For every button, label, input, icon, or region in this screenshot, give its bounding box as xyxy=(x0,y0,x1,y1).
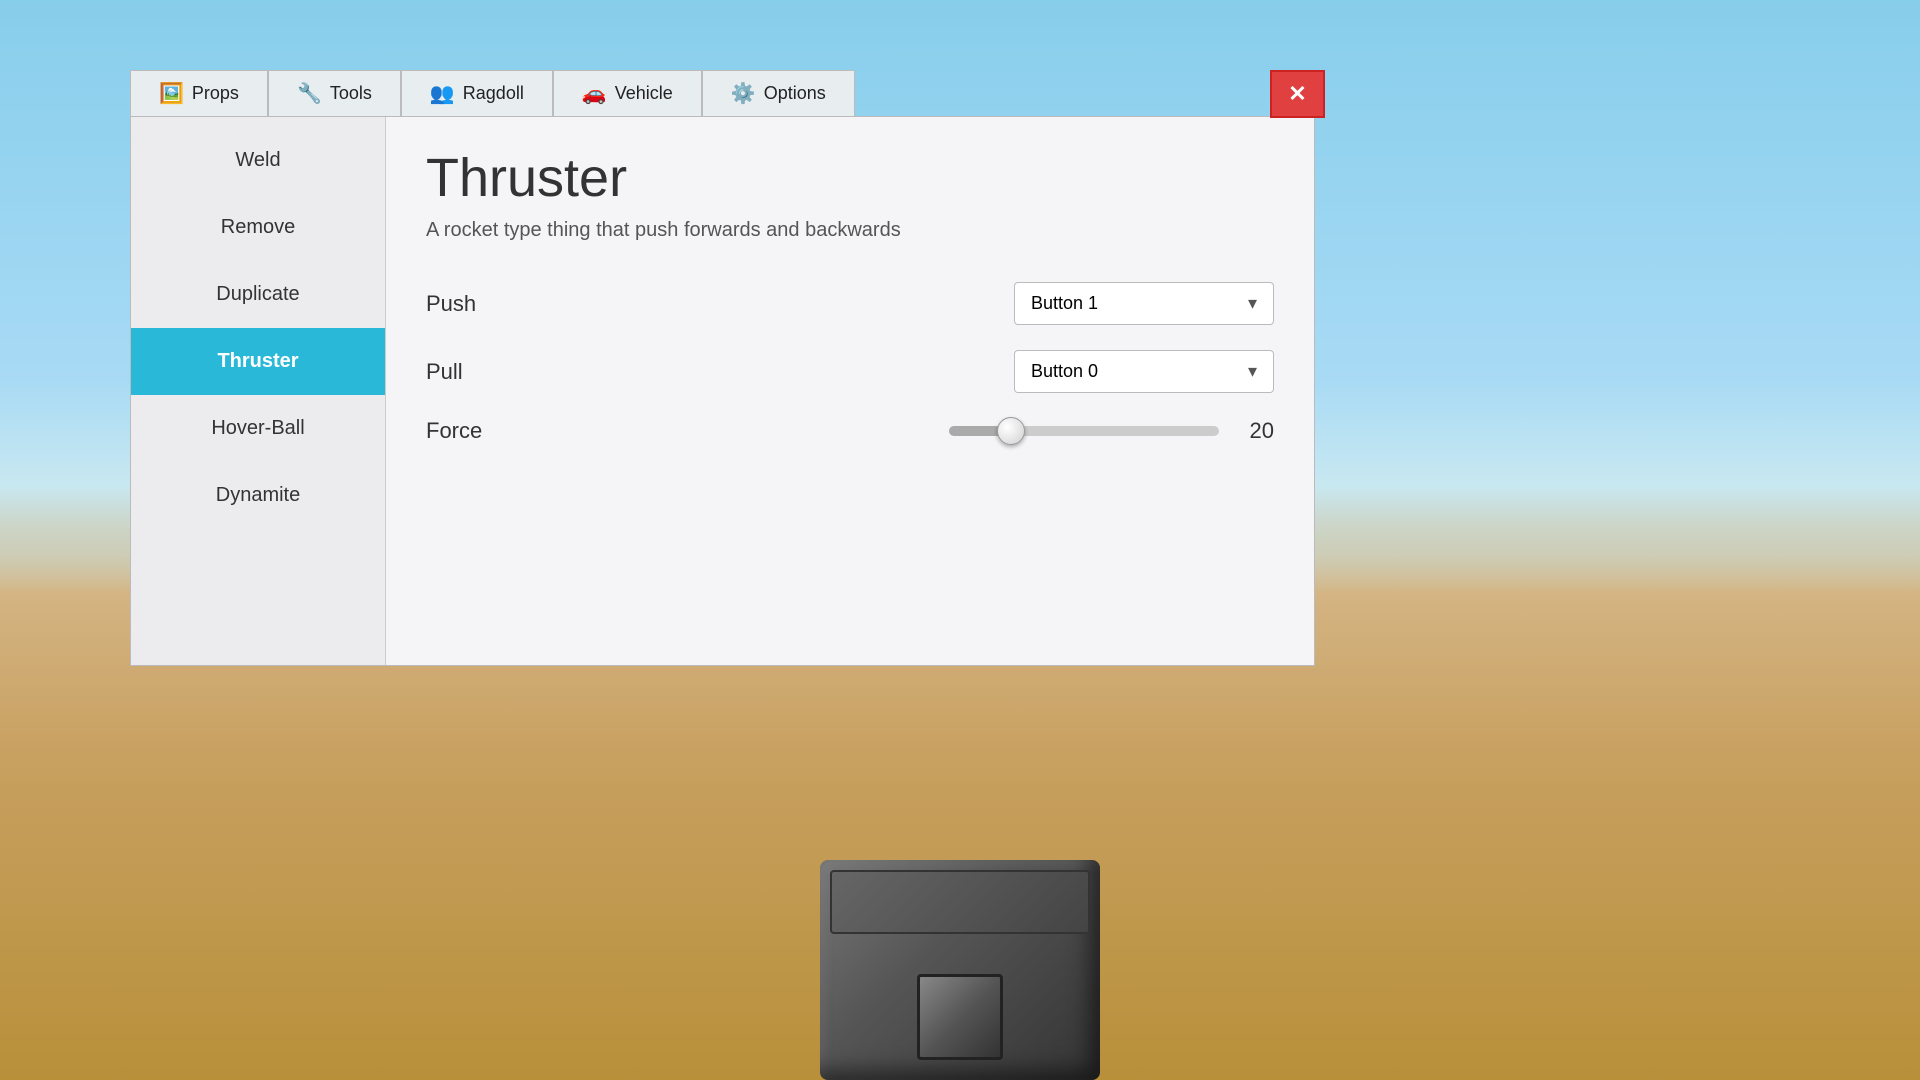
sidebar-item-weld[interactable]: Weld xyxy=(131,127,385,194)
detail-panel: Thruster A rocket type thing that push f… xyxy=(386,117,1314,665)
tab-props-label: Props xyxy=(192,83,239,104)
tab-vehicle-label: Vehicle xyxy=(615,83,673,104)
tab-ragdoll[interactable]: 👥 Ragdoll xyxy=(401,70,553,116)
pull-dropdown-arrow: ▾ xyxy=(1248,361,1257,382)
close-icon: ✕ xyxy=(1288,81,1306,107)
vehicle-icon: 🚗 xyxy=(582,81,607,106)
tab-tools[interactable]: 🔧 Tools xyxy=(268,70,401,116)
tab-tools-label: Tools xyxy=(330,83,372,104)
sidebar-item-duplicate[interactable]: Duplicate xyxy=(131,261,385,328)
pull-value: Button 0 ▾ xyxy=(626,350,1274,393)
sidebar-item-remove-label: Remove xyxy=(221,216,295,239)
push-dropdown-arrow: ▾ xyxy=(1248,293,1257,314)
pull-dropdown-value: Button 0 xyxy=(1031,361,1098,382)
pull-control-row: Pull Button 0 ▾ xyxy=(426,350,1274,393)
push-dropdown-value: Button 1 xyxy=(1031,293,1098,314)
tab-vehicle[interactable]: 🚗 Vehicle xyxy=(553,70,702,116)
ragdoll-icon: 👥 xyxy=(430,81,455,106)
ui-container: 🖼️ Props 🔧 Tools 👥 Ragdoll 🚗 Vehicle ⚙️ … xyxy=(130,70,1315,666)
tab-options-label: Options xyxy=(764,83,826,104)
tab-ragdoll-label: Ragdoll xyxy=(463,83,524,104)
sidebar-item-duplicate-label: Duplicate xyxy=(216,283,299,306)
tools-icon: 🔧 xyxy=(297,81,322,106)
sidebar-item-dynamite[interactable]: Dynamite xyxy=(131,462,385,529)
robot-body xyxy=(820,860,1100,1080)
close-button[interactable]: ✕ xyxy=(1270,70,1325,118)
main-content: Weld Remove Duplicate Thruster Hover-Bal… xyxy=(130,116,1315,666)
sidebar-item-hoverball-label: Hover-Ball xyxy=(211,417,304,440)
sidebar-item-hoverball[interactable]: Hover-Ball xyxy=(131,395,385,462)
sidebar-item-thruster-label: Thruster xyxy=(217,350,298,373)
push-dropdown[interactable]: Button 1 ▾ xyxy=(1014,282,1274,325)
tab-bar: 🖼️ Props 🔧 Tools 👥 Ragdoll 🚗 Vehicle ⚙️ … xyxy=(130,70,1315,116)
sidebar-item-weld-label: Weld xyxy=(235,149,280,172)
tab-props[interactable]: 🖼️ Props xyxy=(130,70,268,116)
force-slider-track[interactable] xyxy=(949,426,1219,436)
tab-options[interactable]: ⚙️ Options xyxy=(702,70,855,116)
force-label: Force xyxy=(426,418,626,444)
options-icon: ⚙️ xyxy=(731,81,756,106)
force-slider-thumb[interactable] xyxy=(997,417,1025,445)
push-control-row: Push Button 1 ▾ xyxy=(426,282,1274,325)
force-control-row: Force 20 xyxy=(426,418,1274,444)
pull-label: Pull xyxy=(426,359,626,385)
push-label: Push xyxy=(426,291,626,317)
sidebar-item-thruster[interactable]: Thruster xyxy=(131,328,385,395)
props-icon: 🖼️ xyxy=(159,81,184,106)
tool-title: Thruster xyxy=(426,147,1274,209)
force-slider-value: 20 xyxy=(1239,418,1274,444)
sidebar-item-remove[interactable]: Remove xyxy=(131,194,385,261)
sidebar: Weld Remove Duplicate Thruster Hover-Bal… xyxy=(131,117,386,665)
tool-description: A rocket type thing that push forwards a… xyxy=(426,219,1274,242)
push-value: Button 1 ▾ xyxy=(626,282,1274,325)
weapon-decoration xyxy=(710,780,1210,1080)
pull-dropdown[interactable]: Button 0 ▾ xyxy=(1014,350,1274,393)
sidebar-item-dynamite-label: Dynamite xyxy=(216,484,300,507)
force-slider-container: 20 xyxy=(626,418,1274,444)
